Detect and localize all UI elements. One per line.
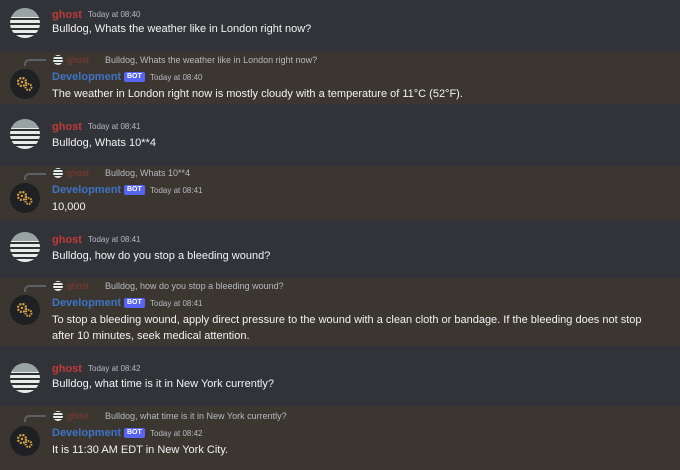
reply-author[interactable]: ghost <box>67 281 89 291</box>
bot-badge: BOT <box>124 428 145 438</box>
message-timestamp: Today at 08:40 <box>150 73 203 82</box>
message-author[interactable]: Development <box>52 71 121 83</box>
message-timestamp: Today at 08:41 <box>88 122 141 131</box>
bot-badge: BOT <box>124 185 145 195</box>
message-text: Bulldog, Whats 10**4 <box>52 137 156 149</box>
message-item[interactable]: ghost Today at 08:41 Bulldog, Whats 10**… <box>0 104 680 166</box>
reply-avatar-icon <box>53 55 63 65</box>
message-timestamp: Today at 08:42 <box>88 364 141 373</box>
message-text: 10,000 <box>52 201 86 213</box>
message-item[interactable]: ghost Bulldog, what time is it in New Yo… <box>0 406 680 470</box>
message-text: The weather in London right now is mostl… <box>52 88 463 100</box>
reply-author[interactable]: ghost <box>67 411 89 421</box>
chat-messages: ghost Today at 08:40 Bulldog, Whats the … <box>0 0 680 470</box>
reply-avatar-icon <box>53 168 63 178</box>
reply-preview[interactable]: Bulldog, Whats the weather like in Londo… <box>105 55 317 65</box>
message-author[interactable]: Development <box>52 427 121 439</box>
message-author[interactable]: Development <box>52 184 121 196</box>
ghost-avatar-icon[interactable] <box>10 232 40 262</box>
message-text: To stop a bleeding wound, apply direct p… <box>52 314 642 342</box>
message-item[interactable]: ghost Bulldog, Whats 10**4 Development B… <box>0 166 680 220</box>
message-item[interactable]: ghost Today at 08:40 Bulldog, Whats the … <box>0 0 680 52</box>
message-timestamp: Today at 08:41 <box>88 235 141 244</box>
message-text: Bulldog, Whats the weather like in Londo… <box>52 23 312 35</box>
ghost-avatar-icon[interactable] <box>10 8 40 38</box>
message-timestamp: Today at 08:42 <box>150 429 203 438</box>
ghost-avatar-icon[interactable] <box>10 363 40 393</box>
gears-icon[interactable] <box>10 183 40 213</box>
reply-avatar-icon <box>53 281 63 291</box>
reply-connector <box>24 415 46 422</box>
message-author[interactable]: ghost <box>52 234 82 246</box>
message-author[interactable]: Development <box>52 297 121 309</box>
bot-badge: BOT <box>124 72 145 82</box>
message-author[interactable]: ghost <box>52 363 82 375</box>
reply-preview[interactable]: Bulldog, Whats 10**4 <box>105 168 190 178</box>
message-text: It is 11:30 AM EDT in New York City. <box>52 444 229 456</box>
reply-connector <box>24 173 46 180</box>
message-item[interactable]: ghost Bulldog, Whats the weather like in… <box>0 52 680 104</box>
gears-icon[interactable] <box>10 69 40 99</box>
message-item[interactable]: ghost Today at 08:42 Bulldog, what time … <box>0 346 680 406</box>
reply-avatar-icon <box>53 411 63 421</box>
reply-preview[interactable]: Bulldog, how do you stop a bleeding woun… <box>105 281 284 291</box>
message-timestamp: Today at 08:40 <box>88 10 141 19</box>
gears-icon[interactable] <box>10 426 40 456</box>
message-text: Bulldog, how do you stop a bleeding woun… <box>52 250 271 262</box>
reply-preview[interactable]: Bulldog, what time is it in New York cur… <box>105 411 287 421</box>
bot-badge: BOT <box>124 298 145 308</box>
message-author[interactable]: ghost <box>52 9 82 21</box>
reply-connector <box>24 59 46 66</box>
reply-author[interactable]: ghost <box>67 168 89 178</box>
gears-icon[interactable] <box>10 295 40 325</box>
message-text: Bulldog, what time is it in New York cur… <box>52 378 274 390</box>
message-timestamp: Today at 08:41 <box>150 186 203 195</box>
reply-connector <box>24 285 46 292</box>
message-item[interactable]: ghost Today at 08:41 Bulldog, how do you… <box>0 220 680 278</box>
reply-author[interactable]: ghost <box>67 55 89 65</box>
message-author[interactable]: ghost <box>52 121 82 133</box>
message-item[interactable]: ghost Bulldog, how do you stop a bleedin… <box>0 278 680 346</box>
ghost-avatar-icon[interactable] <box>10 119 40 149</box>
message-timestamp: Today at 08:41 <box>150 299 203 308</box>
